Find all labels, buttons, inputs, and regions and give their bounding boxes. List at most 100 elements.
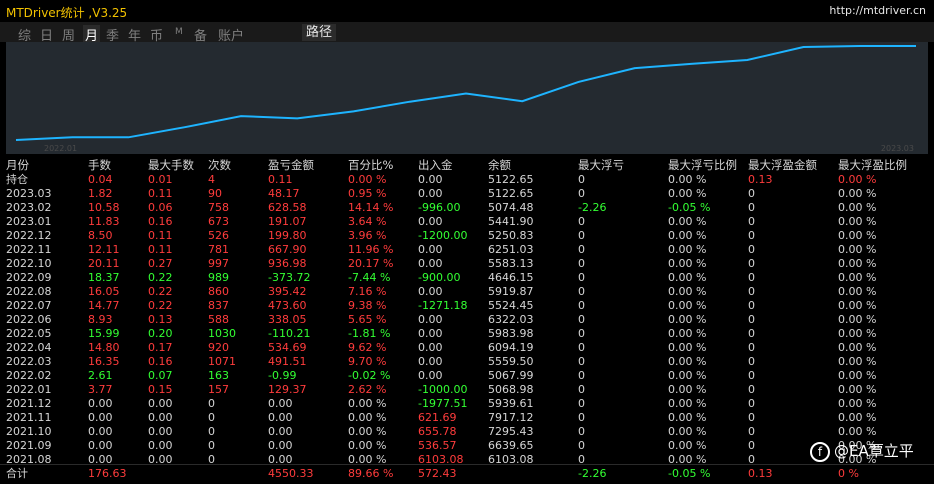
cell-max-float-loss-pct: 0.00 % xyxy=(668,243,707,256)
cell-max-float-loss: 0 xyxy=(578,369,585,382)
cell-pnl: 0.11 xyxy=(268,173,293,186)
cell-max-lots: 0.13 xyxy=(148,313,173,326)
cell-percent: 0.00 % xyxy=(348,439,387,452)
cell-balance: 5441.90 xyxy=(488,215,534,228)
cell-max-lots: 0.07 xyxy=(148,369,173,382)
cell-max-lots: 0.01 xyxy=(148,173,173,186)
cell-max-float-loss: 0 xyxy=(578,285,585,298)
cell-max-float-loss: 0 xyxy=(578,187,585,200)
cell-max-float-profit: 0 xyxy=(748,201,755,214)
website-link[interactable]: http://mtdriver.cn xyxy=(829,4,926,17)
cell-max-float-loss-pct: 0.00 % xyxy=(668,271,707,284)
cell-max-float-profit-pct: 0.00 % xyxy=(838,215,877,228)
cell-max-float-loss-pct: 0.00 % xyxy=(668,425,707,438)
total-separator xyxy=(0,464,934,465)
cell-max-float-loss-pct: 0.00 % xyxy=(668,411,707,424)
cell-balance: 余额 xyxy=(488,158,511,172)
cell-max-float-profit: 0 xyxy=(748,215,755,228)
cell-balance: 6251.03 xyxy=(488,243,534,256)
cell-deposit: -900.00 xyxy=(418,271,461,284)
cell-max-float-loss: -2.26 xyxy=(578,201,607,214)
cell-count: 989 xyxy=(208,271,229,284)
cell-max-float-profit: 0 xyxy=(748,299,755,312)
cell-month: 2021.09 xyxy=(6,439,52,452)
cell-count: 157 xyxy=(208,383,229,396)
cell-count: 920 xyxy=(208,341,229,354)
cell-max-float-profit-pct: 0.00 % xyxy=(838,229,877,242)
cell-lots: 14.77 xyxy=(88,299,120,312)
cell-lots: 16.05 xyxy=(88,285,120,298)
cell-count: 758 xyxy=(208,201,229,214)
cell-max-float-profit: 0 xyxy=(748,425,755,438)
cell-max-float-profit-pct: 0.00 % xyxy=(838,257,877,270)
cell-percent: 9.62 % xyxy=(348,341,387,354)
cell-max-float-loss-pct: -0.05 % xyxy=(668,467,711,480)
cell-percent: 9.70 % xyxy=(348,355,387,368)
cell-max-float-loss: 0 xyxy=(578,327,585,340)
cell-balance: 5939.61 xyxy=(488,397,534,410)
cell-max-float-loss-pct: 0.00 % xyxy=(668,229,707,242)
title-bar: MTDriver统计 ,V3.25 http://mtdriver.cn xyxy=(0,0,934,22)
cell-month: 2022.06 xyxy=(6,313,52,326)
cell-count: 次数 xyxy=(208,158,231,172)
chart-background xyxy=(6,42,928,154)
cell-balance: 5074.48 xyxy=(488,201,534,214)
cell-percent: 20.17 % xyxy=(348,257,394,270)
cell-balance: 5983.98 xyxy=(488,327,534,340)
cell-max-lots: 0.00 xyxy=(148,411,173,424)
tab-m[interactable]: M xyxy=(175,27,183,37)
cell-pnl: 199.80 xyxy=(268,229,307,242)
cell-month: 2023.02 xyxy=(6,201,52,214)
cell-lots: 0.04 xyxy=(88,173,113,186)
cell-lots: 20.11 xyxy=(88,257,120,270)
cell-count: 0 xyxy=(208,397,215,410)
watermark: f @EA覃立平 xyxy=(810,440,914,462)
table-row: 2023.03 1.82 0.11 90 48.17 0.95 % 0.00 5122.65 0… xyxy=(0,187,934,201)
cell-max-lots: 0.00 xyxy=(148,425,173,438)
cell-lots: 16.35 xyxy=(88,355,120,368)
table-row: 2023.02 10.58 0.06 758 628.58 14.14 % -996.00 5… xyxy=(0,201,934,215)
cell-deposit: 出入金 xyxy=(418,158,453,172)
cell-max-float-loss-pct: 0.00 % xyxy=(668,369,707,382)
cell-max-float-loss-pct: 0.00 % xyxy=(668,173,707,186)
cell-count: 860 xyxy=(208,285,229,298)
cell-percent: 9.38 % xyxy=(348,299,387,312)
cell-max-lots: 0.11 xyxy=(148,243,173,256)
table-row: 2022.12 8.50 0.11 526 199.80 3.96 % -1200.00 52… xyxy=(0,229,934,243)
cell-count: 1030 xyxy=(208,327,236,340)
cell-pnl: 0.00 xyxy=(268,439,293,452)
cell-max-float-loss: 0 xyxy=(578,425,585,438)
cell-deposit: 572.43 xyxy=(418,467,457,480)
cell-max-float-profit-pct: 最大浮盈比例 xyxy=(838,158,907,172)
table-row: 2022.04 14.80 0.17 920 534.69 9.62 % 0.00 6094.… xyxy=(0,341,934,355)
cell-balance: 5919.87 xyxy=(488,285,534,298)
cell-max-lots: 0.27 xyxy=(148,257,173,270)
table-row: 2022.02 2.61 0.07 163 -0.99 -0.02 % 0.00 5067.9… xyxy=(0,369,934,383)
cell-month: 2022.02 xyxy=(6,369,52,382)
cell-lots: 0.00 xyxy=(88,397,113,410)
cell-count: 588 xyxy=(208,313,229,326)
cell-max-float-profit: 0 xyxy=(748,411,755,424)
cell-max-float-profit: 0 xyxy=(748,229,755,242)
cell-max-float-loss-pct: 0.00 % xyxy=(668,397,707,410)
cell-lots: 3.77 xyxy=(88,383,113,396)
table-row: 2022.10 20.11 0.27 997 936.98 20.17 % 0.00 5583… xyxy=(0,257,934,271)
cell-max-float-loss-pct: 0.00 % xyxy=(668,299,707,312)
tab-path[interactable]: 路径 xyxy=(302,24,336,41)
cell-month: 2022.08 xyxy=(6,285,52,298)
cell-deposit: 536.57 xyxy=(418,439,457,452)
cell-month: 2022.11 xyxy=(6,243,52,256)
cell-pnl: -0.99 xyxy=(268,369,297,382)
cell-lots: 18.37 xyxy=(88,271,120,284)
cell-month: 2022.10 xyxy=(6,257,52,270)
cell-lots: 手数 xyxy=(88,158,111,172)
cell-percent: 14.14 % xyxy=(348,201,394,214)
cell-max-float-profit-pct: 0.00 % xyxy=(838,313,877,326)
cell-max-float-loss-pct: 0.00 % xyxy=(668,439,707,452)
cell-percent: 3.96 % xyxy=(348,229,387,242)
cell-lots: 1.82 xyxy=(88,187,113,200)
table-row: 2022.09 18.37 0.22 989 -373.72 -7.44 % -900.00… xyxy=(0,271,934,285)
cell-percent: 0.00 % xyxy=(348,397,387,410)
cell-percent: 0.00 % xyxy=(348,425,387,438)
cell-max-float-profit: 0 xyxy=(748,271,755,284)
